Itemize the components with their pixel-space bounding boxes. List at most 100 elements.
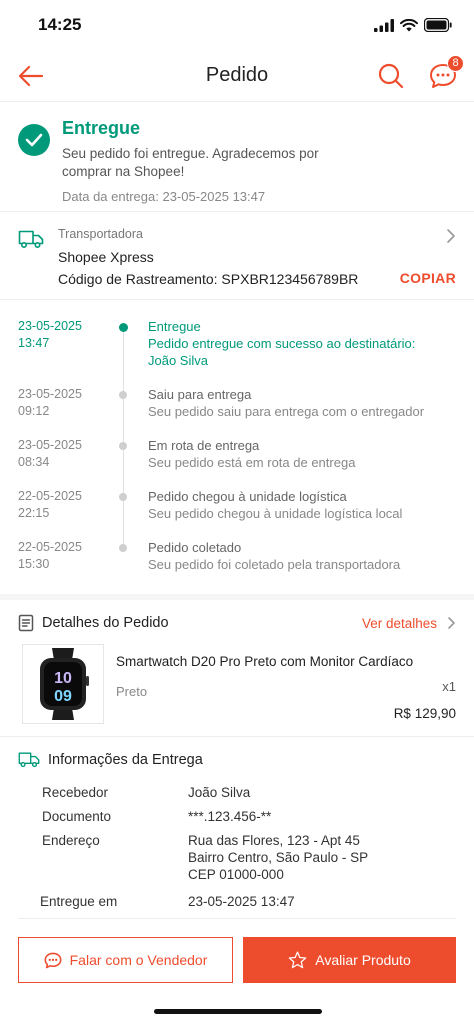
delivery-status-message: Seu pedido foi entregue. Agradecemos por… (62, 146, 319, 179)
timeline-event: 23-05-2025 09:12 Saiu para entrega Seu pe… (18, 386, 456, 423)
product-name: Smartwatch D20 Pro Preto com Monitor Car… (116, 654, 414, 669)
timeline-dot (119, 544, 127, 552)
info-label (0, 849, 188, 866)
tracking-code: Código de Rastreamento: SPXBR123456789BR (58, 271, 359, 287)
status-icons (374, 18, 452, 32)
wifi-icon (400, 18, 418, 31)
event-date: 22-05-2025 (18, 489, 82, 503)
search-button[interactable] (376, 61, 406, 91)
delivery-info-header: Informações da Entrega (0, 737, 474, 778)
chat-seller-button[interactable]: Falar com o Vendedor (18, 937, 233, 983)
timeline-dot (119, 442, 127, 450)
divider (18, 918, 456, 919)
info-value: Rua das Flores, 123 - Apt 45 (188, 833, 360, 848)
info-value: CEP 01000-000 (188, 867, 284, 882)
search-icon (378, 63, 404, 88)
copy-tracking-button[interactable]: COPIAR (400, 270, 456, 286)
product-quantity: x1 (442, 679, 456, 694)
event-description: Seu pedido está em rota de entrega (148, 455, 356, 470)
smartwatch-image: 10 09 (40, 648, 89, 720)
chevron-right-icon (447, 229, 455, 243)
carrier-name: Shopee Xpress (58, 249, 154, 265)
chat-seller-label: Falar com o Vendedor (69, 952, 208, 968)
status-bar: 14:25 (0, 0, 474, 50)
chat-icon (44, 952, 62, 968)
event-description: Seu pedido chegou à unidade logística lo… (148, 506, 403, 521)
timeline-event: 23-05-2025 13:47 Entregue Pedido entregue… (18, 318, 456, 372)
view-details-label: Ver detalhes (361, 615, 437, 631)
product-price: R$ 129,90 (393, 706, 456, 721)
carrier-section[interactable]: Transportadora Shopee Xpress Código de R… (0, 212, 474, 300)
info-value: João Silva (188, 785, 251, 800)
info-label: Entregue em (40, 894, 118, 909)
battery-icon (424, 18, 452, 32)
delivery-status-card: Entregue Seu pedido foi entregue. Agrade… (0, 102, 474, 212)
watch-hour-text: 10 (54, 670, 72, 687)
info-row: Documento ***.123.456-** (0, 808, 474, 825)
rate-product-button[interactable]: Avaliar Produto (243, 937, 456, 983)
info-label (0, 866, 188, 883)
info-label: Endereço (42, 833, 100, 848)
event-date: 23-05-2025 (18, 319, 82, 333)
info-row: Entregue em 23-05-2025 13:47 (0, 893, 474, 910)
star-icon (289, 951, 307, 969)
product-variant: Preto (116, 684, 148, 699)
receipt-icon (18, 614, 34, 632)
info-row: Bairro Centro, São Paulo - SP (0, 849, 474, 866)
signal-icon (374, 18, 394, 32)
delivery-date: Data da entrega: 23-05-2025 13:47 (62, 189, 266, 204)
chat-badge: 8 (447, 54, 464, 72)
truck-icon (18, 752, 40, 768)
event-description: Seu pedido foi coletado pela transportad… (148, 557, 401, 572)
timeline-dot (119, 323, 128, 332)
product-item[interactable]: 10 09 Smartwatch D20 Pro Preto com Monit… (0, 640, 474, 737)
timeline-event: 22-05-2025 22:15 Pedido chegou à unidade … (18, 488, 456, 525)
chevron-right-icon (448, 617, 455, 629)
nav-header: Pedido 8 (0, 50, 474, 102)
event-time: 13:47 (18, 336, 50, 350)
event-description: Seu pedido saiu para entrega com o entre… (148, 404, 425, 419)
event-date: 23-05-2025 (18, 438, 82, 452)
event-title: Em rota de entrega (148, 438, 260, 453)
status-time: 14:25 (38, 15, 82, 34)
timeline-event: 23-05-2025 08:34 Em rota de entrega Seu p… (18, 437, 456, 474)
arrow-left-icon (18, 65, 44, 86)
action-bar: Falar com o Vendedor Avaliar Produto (18, 937, 456, 983)
product-thumbnail: 10 09 (22, 644, 104, 724)
timeline-dot (119, 493, 127, 501)
timeline-dot (119, 391, 127, 399)
event-time: 22:15 (18, 506, 50, 520)
info-value: 23-05-2025 13:47 (188, 894, 295, 909)
info-value: ***.123.456-** (188, 809, 272, 824)
event-description: Pedido entregue com sucesso ao destinatá… (148, 336, 416, 368)
view-details-link[interactable]: Ver detalhes (362, 616, 456, 631)
delivery-info-title: Informações da Entrega (48, 751, 203, 768)
check-icon (18, 124, 50, 156)
event-title: Saiu para entrega (148, 387, 252, 402)
event-title: Pedido chegou à unidade logística (148, 489, 347, 504)
carrier-label: Transportadora (58, 227, 143, 241)
watch-minute-text: 09 (54, 688, 72, 705)
chat-button[interactable]: 8 (428, 54, 464, 91)
truck-icon (18, 230, 44, 249)
rate-product-label: Avaliar Produto (315, 952, 411, 968)
info-label: Recebedor (42, 785, 109, 800)
delivery-status-title: Entregue (62, 118, 141, 138)
home-indicator[interactable] (154, 1009, 322, 1014)
tracking-timeline: 23-05-2025 13:47 Entregue Pedido entregue… (0, 300, 474, 594)
info-row: Endereço Rua das Flores, 123 - Apt 45 (0, 832, 474, 849)
delivery-info-list: Recebedor João Silva Documento ***.123.4… (0, 778, 474, 910)
event-time: 15:30 (18, 557, 50, 571)
order-details-title: Detalhes do Pedido (42, 615, 169, 631)
event-time: 08:34 (18, 455, 50, 469)
info-row: Recebedor João Silva (0, 784, 474, 801)
event-date: 23-05-2025 (18, 387, 82, 401)
order-details-header: Detalhes do Pedido Ver detalhes (0, 600, 474, 640)
event-date: 22-05-2025 (18, 540, 82, 554)
event-title: Entregue (148, 319, 201, 334)
back-button[interactable] (16, 61, 46, 91)
event-title: Pedido coletado (148, 540, 242, 555)
event-time: 09:12 (18, 404, 50, 418)
info-row: CEP 01000-000 (0, 866, 474, 883)
timeline-event: 22-05-2025 15:30 Pedido coletado Seu pedi… (18, 539, 456, 576)
